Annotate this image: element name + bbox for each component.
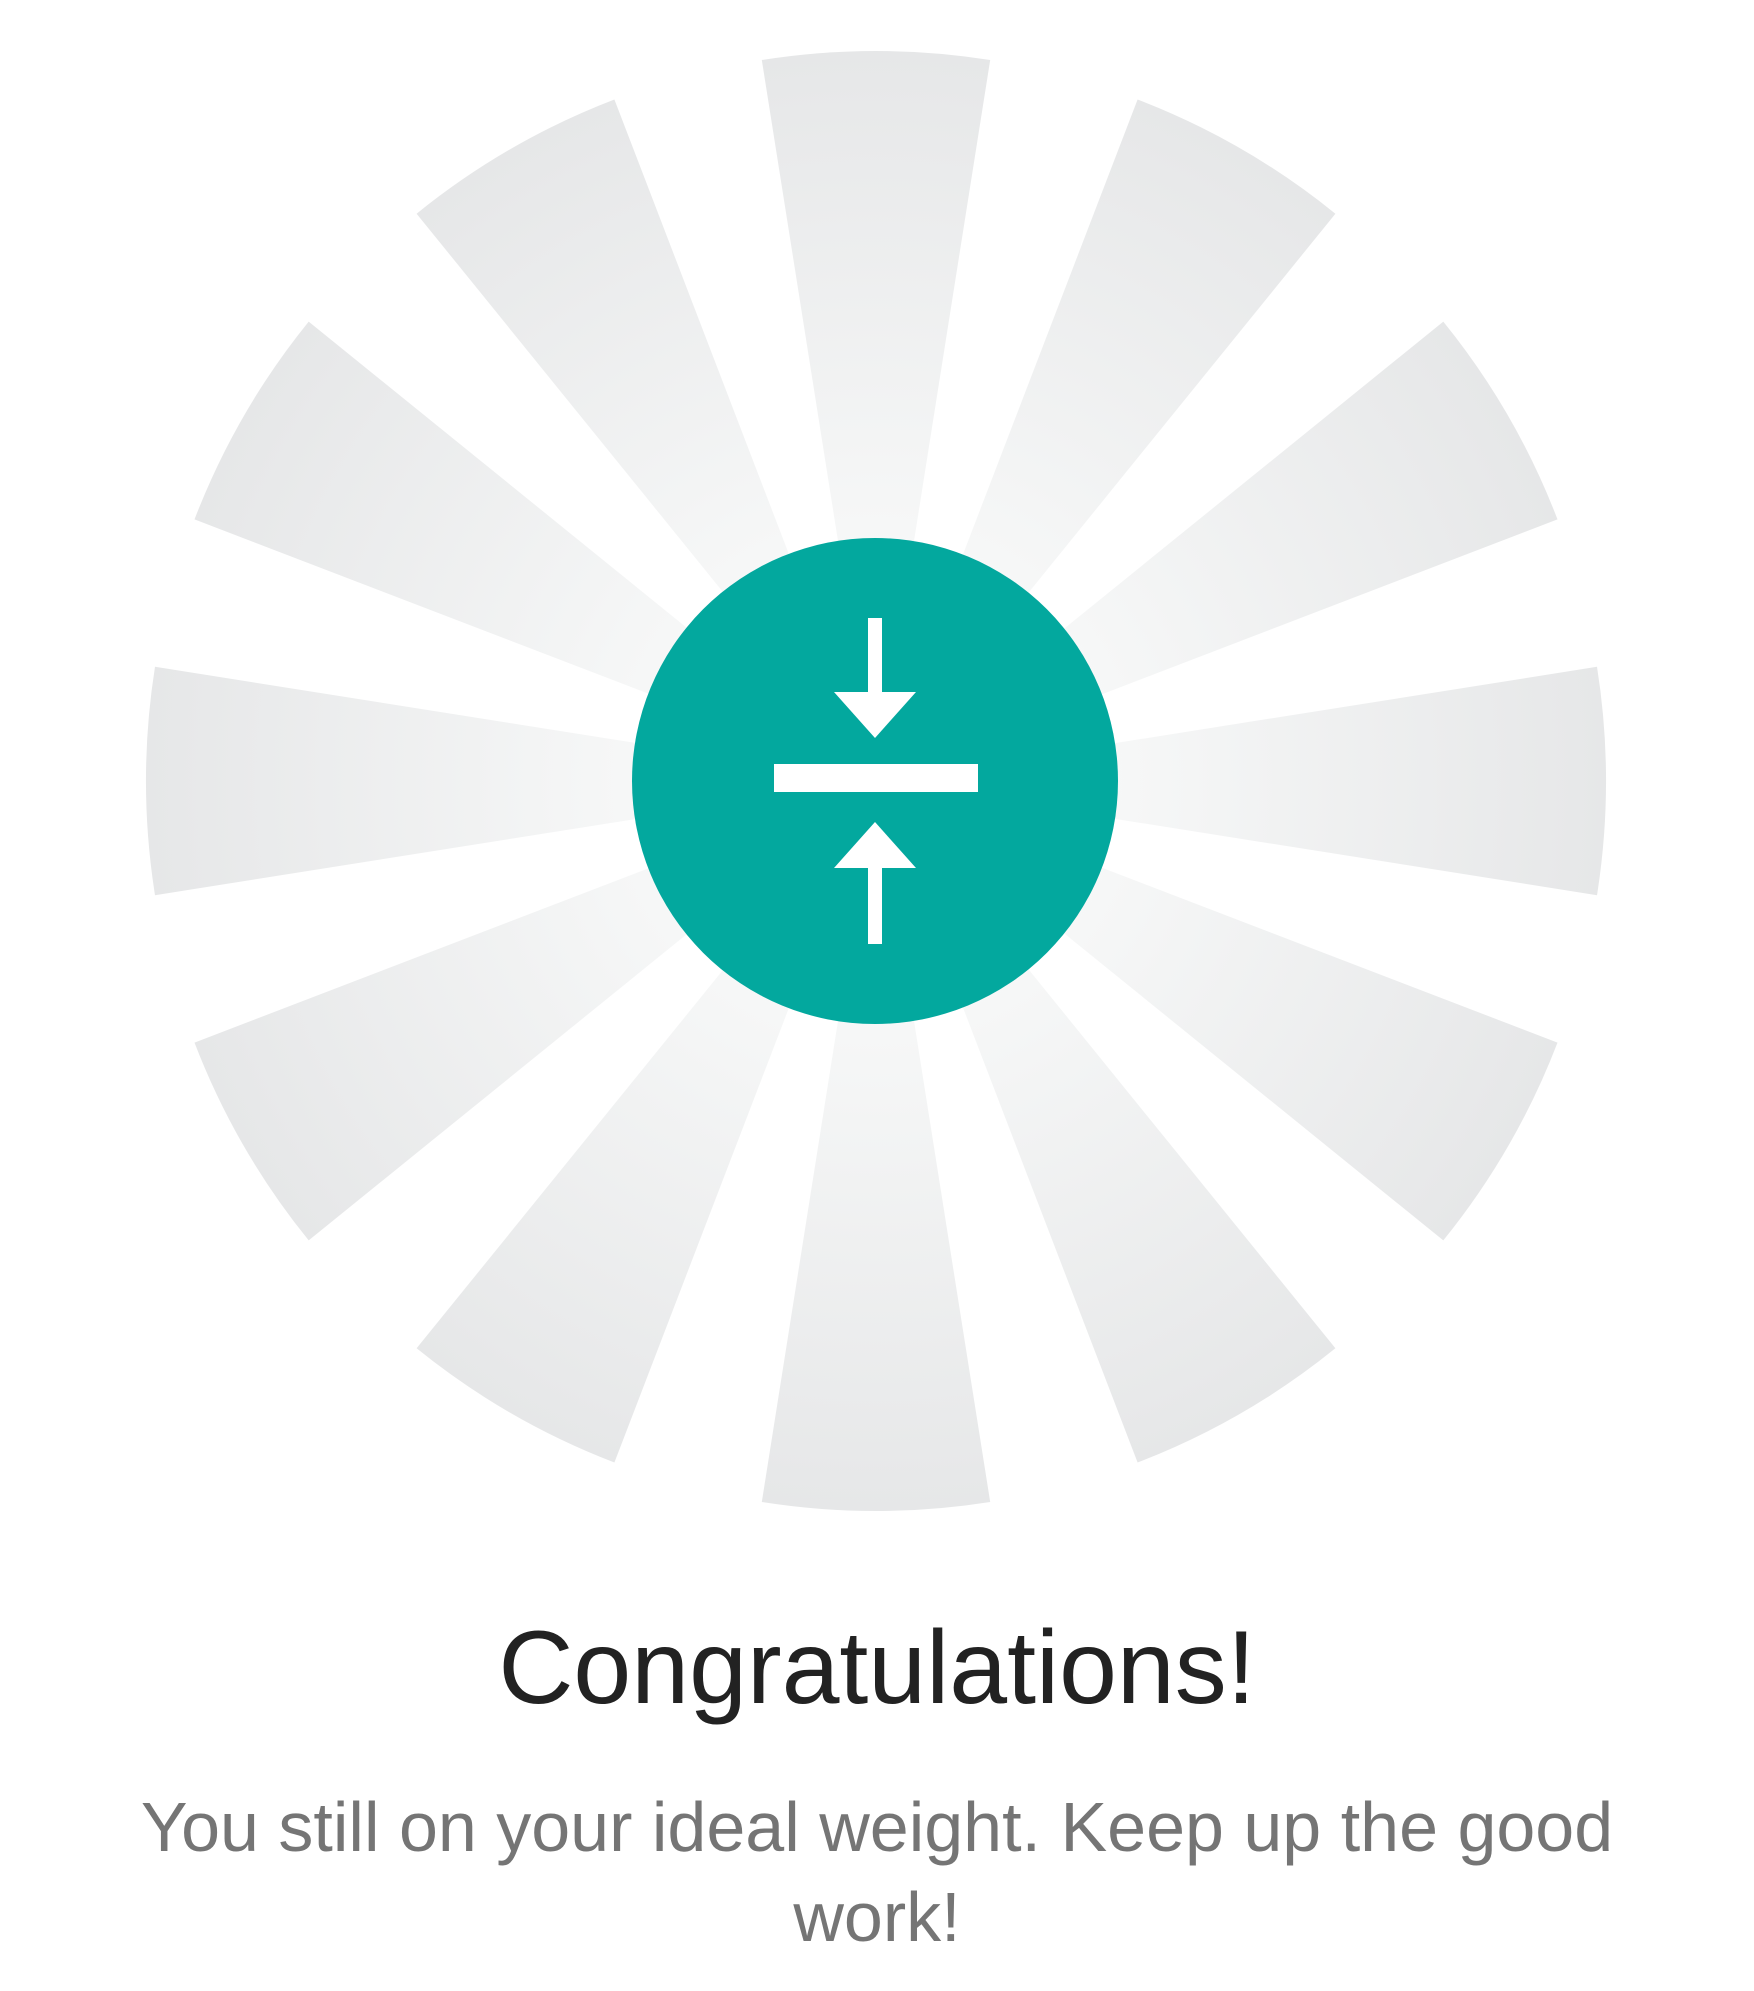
result-message: You still on your ideal weight. Keep up …	[140, 1788, 1614, 1956]
compress-arrows-icon	[774, 618, 978, 944]
weight-status-badge	[632, 538, 1118, 1024]
result-screen: Congratulations! You still on your ideal…	[0, 0, 1754, 1991]
result-title: Congratulations!	[498, 1610, 1256, 1726]
